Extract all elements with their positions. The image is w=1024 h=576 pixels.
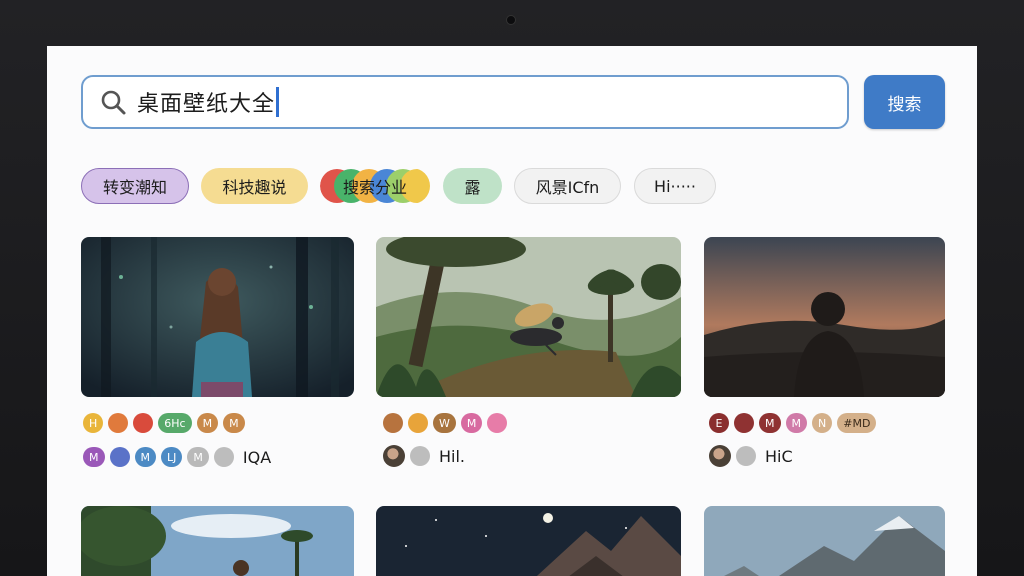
chip-3[interactable]: 搜索分业 (320, 168, 430, 204)
wallpaper-image (704, 237, 945, 397)
tag[interactable]: LJ (161, 447, 183, 467)
screen: 桌面壁纸大全 搜索 转变潮知 科技趣说 搜索分业 露 风景ICfn Hi····… (47, 46, 977, 576)
search-query: 桌面壁纸大全 (137, 92, 276, 117)
chip-6[interactable]: Hi····· (634, 168, 716, 204)
tag[interactable]: M (785, 413, 807, 433)
tag[interactable]: M (134, 447, 156, 467)
tag[interactable]: H (83, 413, 104, 433)
camera (507, 16, 515, 24)
wallpaper-image (81, 506, 354, 576)
wallpaper-card-beach[interactable] (81, 506, 354, 576)
tag-dot[interactable] (213, 447, 234, 467)
tag-dot[interactable] (133, 413, 154, 433)
card-3-tags-row-1: E M M N #MD (709, 413, 877, 433)
tag[interactable]: 6Hc (158, 413, 192, 433)
wallpaper-card-sunset-silhouette[interactable] (704, 237, 945, 397)
wallpaper-image (81, 237, 354, 397)
wallpaper-image (376, 506, 681, 576)
wallpaper-image (376, 237, 681, 397)
search-icon (101, 90, 126, 115)
tag-dot[interactable] (410, 446, 430, 466)
card-2-caption: Hil. (439, 446, 466, 466)
wallpaper-image (704, 506, 945, 576)
text-caret (276, 87, 280, 117)
chip-3-label: 搜索分业 (342, 178, 407, 197)
tag[interactable]: M (196, 413, 219, 433)
tag[interactable]: M (759, 413, 781, 433)
tag-dot[interactable] (109, 447, 130, 467)
card-1-tags-row-2: M M LJ M IQA (83, 447, 271, 467)
tag-dot[interactable] (736, 446, 756, 466)
tag-dot[interactable] (408, 413, 428, 433)
tag[interactable]: #MD (837, 413, 877, 433)
avatar[interactable] (383, 445, 405, 467)
card-2-tags-row-1: W M (383, 413, 508, 433)
tag[interactable]: M (223, 413, 245, 433)
chip-1[interactable]: 转变潮知 (81, 168, 189, 204)
tag[interactable]: M (187, 447, 209, 467)
search-button[interactable]: 搜索 (864, 75, 945, 129)
card-3-caption: HiC (765, 446, 793, 466)
tag[interactable]: M (83, 447, 105, 467)
wallpaper-card-jungle-bird[interactable] (376, 237, 681, 397)
tag[interactable]: M (460, 413, 483, 433)
wallpaper-card-snowy-peaks[interactable] (704, 506, 945, 576)
card-1-caption: IQA (242, 447, 272, 467)
wallpaper-card-night-mountains[interactable] (376, 506, 681, 576)
card-3-author: HiC (709, 445, 793, 467)
card-2-author: Hil. (383, 445, 465, 467)
chip-2[interactable]: 科技趣说 (201, 168, 308, 204)
tag-dot[interactable] (487, 413, 508, 433)
tag[interactable]: E (709, 413, 729, 433)
card-1-tags-row-1: H 6Hc M M (83, 413, 245, 433)
tag[interactable]: W (433, 413, 456, 433)
device-bezel: 桌面壁纸大全 搜索 转变潮知 科技趣说 搜索分业 露 风景ICfn Hi····… (0, 0, 1024, 576)
tag[interactable] (383, 413, 403, 433)
wallpaper-card-forest-girl[interactable] (81, 237, 354, 397)
search-input[interactable]: 桌面壁纸大全 (81, 75, 849, 129)
chip-4[interactable]: 露 (443, 168, 502, 204)
chip-5[interactable]: 风景ICfn (514, 168, 621, 204)
tag[interactable]: N (812, 413, 833, 433)
tag-dot[interactable] (108, 413, 129, 433)
tag-dot[interactable] (734, 413, 754, 433)
avatar[interactable] (709, 445, 731, 467)
